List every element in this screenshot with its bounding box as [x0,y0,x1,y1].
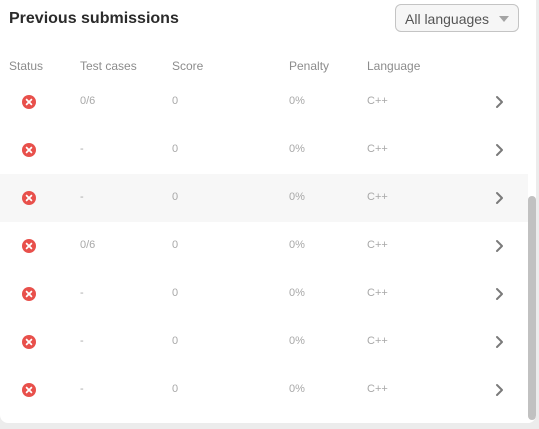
score-value: 0 [172,383,179,395]
previous-submissions-panel: Previous submissions All languages Statu… [0,0,536,423]
scrollbar-thumb[interactable] [528,196,536,420]
language-filter-dropdown[interactable]: All languages [395,4,519,32]
test-cases-value: - [80,287,84,299]
panel-header: Previous submissions All languages [0,0,536,40]
submission-row[interactable]: - 0 0% C++ [0,126,528,174]
test-cases-value: - [80,191,84,203]
submission-row[interactable]: 0/6 0 0% C++ [0,78,528,126]
penalty-value: 0% [289,287,305,299]
chevron-right-icon[interactable] [494,286,504,302]
language-value: C++ [367,335,388,347]
penalty-value: 0% [289,239,305,251]
test-cases-value: - [80,383,84,395]
chevron-right-icon[interactable] [494,382,504,398]
language-value: C++ [367,191,388,203]
test-cases-value: - [80,335,84,347]
test-cases-value: 0/6 [80,239,96,251]
column-header-test-cases: Test cases [80,59,137,73]
penalty-value: 0% [289,335,305,347]
chevron-right-icon[interactable] [494,142,504,158]
error-circle-icon [22,143,36,157]
language-value: C++ [367,95,388,107]
penalty-value: 0% [289,383,305,395]
score-value: 0 [172,335,179,347]
error-circle-icon [22,383,36,397]
error-circle-icon [22,95,36,109]
language-value: C++ [367,143,388,155]
caret-down-icon [499,16,509,22]
chevron-right-icon[interactable] [494,94,504,110]
column-header-penalty: Penalty [289,59,330,73]
chevron-right-icon[interactable] [494,190,504,206]
language-filter-value: All languages [405,11,490,27]
penalty-value: 0% [289,143,305,155]
score-value: 0 [172,239,179,251]
error-circle-icon [22,191,36,205]
submission-row[interactable]: - 0 0% C++ [0,366,528,414]
submissions-list: 0/6 0 0% C++ -0 0% C++ -0 0% C++ 0/6 0 0% C++ -0 0% C++ -… [0,78,528,414]
penalty-value: 0% [289,191,305,203]
submission-row[interactable]: - 0 0% C++ [0,174,528,222]
submission-row[interactable]: - 0 0% C++ [0,270,528,318]
score-value: 0 [172,191,179,203]
column-header-score: Score [172,59,204,73]
submission-row[interactable]: - 0 0% C++ [0,318,528,366]
column-header-status: Status [9,59,44,73]
error-circle-icon [22,287,36,301]
language-value: C++ [367,287,388,299]
chevron-right-icon[interactable] [494,238,504,254]
test-cases-value: - [80,143,84,155]
test-cases-value: 0/6 [80,95,96,107]
table-header: Status Test cases Score Penalty Language [0,56,528,76]
score-value: 0 [172,287,179,299]
column-header-language: Language [367,59,421,73]
submission-row[interactable]: 0/6 0 0% C++ [0,222,528,270]
panel-title: Previous submissions [9,10,179,27]
penalty-value: 0% [289,95,305,107]
error-circle-icon [22,335,36,349]
score-value: 0 [172,95,179,107]
score-value: 0 [172,143,179,155]
chevron-right-icon[interactable] [494,334,504,350]
language-value: C++ [367,239,388,251]
language-value: C++ [367,383,388,395]
error-circle-icon [22,239,36,253]
